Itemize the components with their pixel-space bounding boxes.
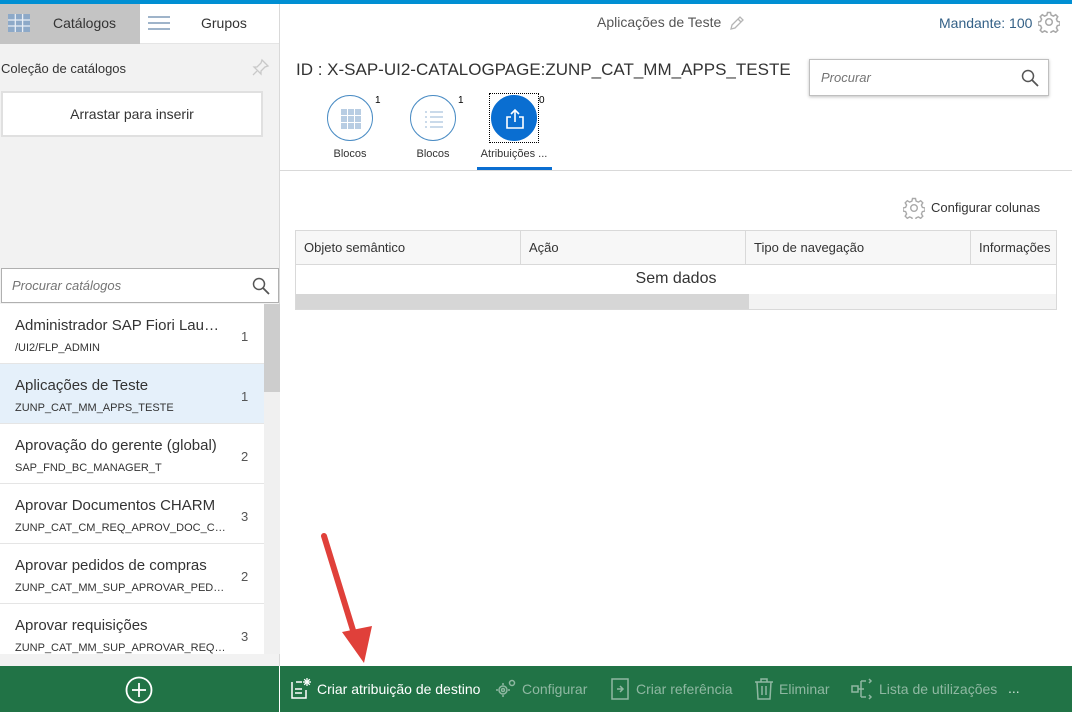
catalog-search[interactable]	[1, 268, 279, 303]
catalog-search-input[interactable]	[2, 269, 242, 302]
scrollbar-thumb[interactable]	[296, 294, 749, 309]
sidebar-footer	[0, 666, 279, 712]
page-title: Aplicações de Teste	[597, 14, 722, 30]
list-item[interactable]: Administrador SAP Fiori Launchpad /UI2/F…	[0, 304, 264, 364]
catalog-list: Administrador SAP Fiori Launchpad /UI2/F…	[0, 304, 264, 654]
create-reference-button[interactable]: Criar referência	[608, 676, 733, 702]
main-search-input[interactable]	[810, 60, 1010, 95]
delete-label: Eliminar	[779, 681, 830, 697]
list-item-subtitle: ZUNP_CAT_MM_SUP_APROVAR_PEDIDOS	[15, 582, 227, 594]
table-horizontal-scrollbar[interactable]	[296, 294, 1056, 309]
drop-zone[interactable]: Arrastar para inserir	[1, 91, 263, 137]
list-item-subtitle: SAP_FND_BC_MANAGER_T	[15, 462, 162, 474]
delete-button[interactable]: Eliminar	[752, 676, 832, 702]
list-item-subtitle: ZUNP_CAT_CM_REQ_APROV_DOC_CHARM	[15, 522, 227, 534]
list-item-title: Aprovar requisições	[15, 617, 148, 634]
list-item-subtitle: ZUNP_CAT_MM_SUP_APROVAR_REQUISICOES	[15, 642, 227, 654]
tab-groups[interactable]: Grupos	[140, 4, 279, 44]
new-document-icon	[291, 678, 311, 699]
gear-icon	[903, 197, 925, 219]
list-item[interactable]: Aprovar requisições ZUNP_CAT_MM_SUP_APRO…	[0, 604, 264, 654]
gears-icon	[496, 679, 516, 697]
list-item-title: Aprovação do gerente (global)	[15, 437, 217, 454]
tab-catalogs-label: Catálogos	[53, 15, 117, 31]
list-item[interactable]: Aprovar pedidos de compras ZUNP_CAT_MM_S…	[0, 544, 264, 604]
pin-icon[interactable]	[252, 58, 270, 76]
list-item-title: Aplicações de Teste	[15, 377, 149, 394]
list-item-title: Aprovar Documentos CHARM	[15, 497, 216, 514]
list-icon	[425, 111, 443, 128]
tab-target-mappings-label: Atribuições ...	[480, 148, 548, 160]
tab-tiles-label: Blocos	[333, 148, 367, 160]
search-icon[interactable]	[252, 277, 270, 295]
table-header: Objeto semântico Ação Tipo de navegação …	[296, 231, 1056, 265]
tab-tiles-list-count: 1	[458, 95, 464, 106]
pencil-icon[interactable]	[729, 15, 745, 31]
scrollbar-thumb[interactable]	[264, 304, 280, 392]
where-used-icon	[851, 678, 873, 700]
list-item[interactable]: Aprovar Documentos CHARM ZUNP_CAT_CM_REQ…	[0, 484, 264, 544]
catalog-collection-title: Coleção de catálogos	[1, 61, 127, 76]
where-used-button[interactable]: Lista de utilizações	[850, 676, 998, 702]
no-data-message: Sem dados	[635, 270, 717, 287]
create-reference-label: Criar referência	[636, 681, 733, 697]
column-header-action[interactable]: Ação	[521, 231, 746, 264]
configure-label: Configurar	[522, 681, 588, 697]
footer-toolbar: Criar atribuição de destino Configurar C…	[280, 666, 1072, 712]
tab-catalogs[interactable]: Catálogos	[0, 4, 140, 44]
add-circle-icon[interactable]	[124, 675, 154, 705]
overflow-menu-button[interactable]: ...	[1008, 680, 1020, 696]
gear-icon[interactable]	[1038, 11, 1060, 33]
focus-outline	[489, 93, 539, 143]
create-target-mapping-button[interactable]: Criar atribuição de destino	[288, 676, 488, 702]
catalog-id-title: ID : X-SAP-UI2-CATALOGPAGE:ZUNP_CAT_MM_A…	[296, 60, 791, 79]
tab-groups-label: Grupos	[201, 15, 247, 31]
annotation-arrow-icon	[321, 533, 372, 663]
tab-tiles-list[interactable]: 1 Blocos	[393, 95, 473, 167]
tab-tiles-circle[interactable]	[327, 95, 373, 141]
grid-icon	[341, 109, 361, 129]
target-mappings-table: Objeto semântico Ação Tipo de navegação …	[295, 230, 1057, 310]
configure-columns-label: Configurar colunas	[931, 200, 1041, 215]
list-item-subtitle: ZUNP_CAT_MM_APPS_TESTE	[15, 402, 174, 414]
catalog-list-scrollbar[interactable]	[264, 304, 280, 654]
list-item-selected[interactable]: Aplicações de Teste ZUNP_CAT_MM_APPS_TES…	[0, 364, 264, 424]
trash-icon	[755, 678, 773, 700]
tab-target-mappings-count: 0	[539, 95, 545, 106]
column-header-semantic-object[interactable]: Objeto semântico	[296, 231, 521, 264]
list-item-count: 2	[241, 449, 249, 464]
list-item-count: 2	[241, 569, 249, 584]
list-item-title: Aprovar pedidos de compras	[15, 557, 207, 574]
menu-icon	[148, 16, 170, 30]
list-item-title: Administrador SAP Fiori Launchpad	[15, 317, 225, 334]
where-used-label: Lista de utilizações	[879, 681, 998, 697]
tab-tiles[interactable]: 1 Blocos	[310, 95, 390, 167]
tab-bar-divider	[280, 170, 1072, 171]
list-item[interactable]: Aprovação do gerente (global) SAP_FND_BC…	[0, 424, 264, 484]
list-item-subtitle: /UI2/FLP_ADMIN	[15, 342, 100, 354]
list-item-count: 1	[241, 389, 249, 404]
column-header-information[interactable]: Informações	[971, 231, 1056, 264]
create-target-mapping-label: Criar atribuição de destino	[317, 681, 481, 697]
column-header-navigation-type[interactable]: Tipo de navegação	[746, 231, 971, 264]
main-search[interactable]	[809, 59, 1049, 96]
list-item-count: 1	[241, 329, 249, 344]
list-item-count: 3	[241, 509, 249, 524]
configure-button[interactable]: Configurar	[494, 676, 594, 702]
tab-tiles-list-circle[interactable]	[410, 95, 456, 141]
grid-icon	[8, 14, 30, 32]
list-item-count: 3	[241, 629, 249, 644]
client-link[interactable]: Mandante: 100	[939, 15, 1032, 31]
search-icon[interactable]	[1021, 69, 1039, 87]
tab-tiles-list-label: Blocos	[416, 148, 450, 160]
reference-icon	[611, 678, 629, 700]
tab-tiles-count: 1	[375, 95, 381, 106]
sidebar-tabs: Catálogos Grupos	[0, 4, 279, 44]
